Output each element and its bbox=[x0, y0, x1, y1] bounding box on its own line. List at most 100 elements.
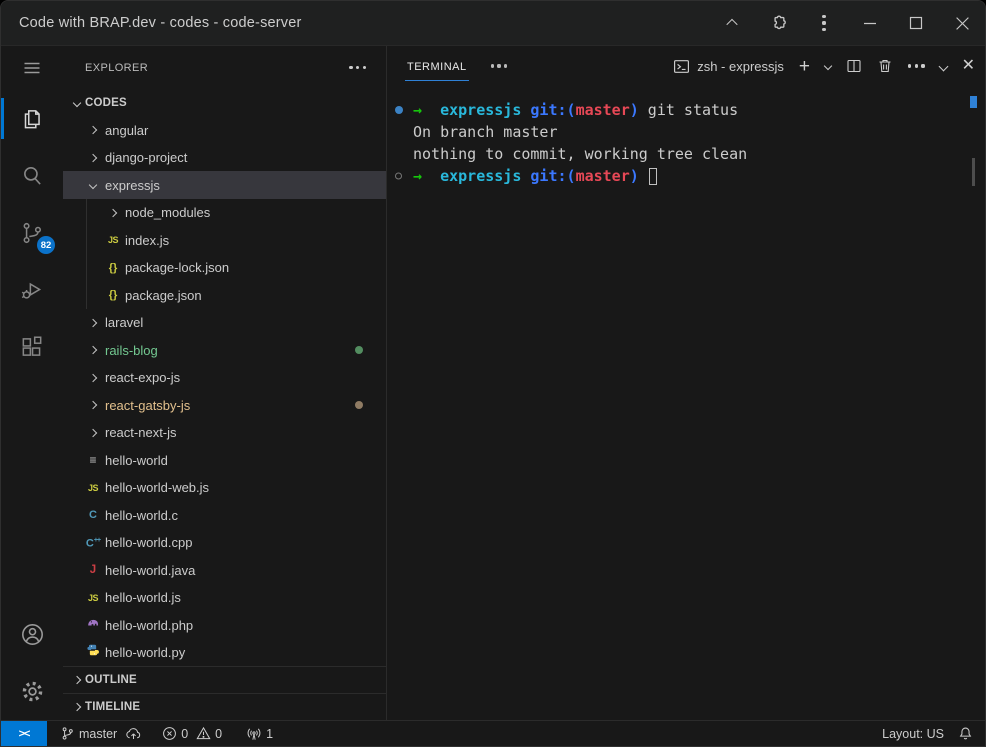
tree-item-label: hello-world bbox=[105, 453, 168, 468]
maximize-button[interactable] bbox=[893, 1, 939, 45]
section-label: CODES bbox=[85, 97, 127, 109]
terminal-instance-item[interactable]: zsh - expressjs bbox=[673, 58, 784, 75]
status-ports[interactable]: 1 bbox=[239, 721, 280, 746]
terminal-line: → expressjs git:(master) bbox=[413, 165, 955, 187]
tree-item-package.json[interactable]: {}package.json bbox=[63, 281, 386, 309]
terminal-body[interactable]: → expressjs git:(master) git status On br… bbox=[387, 86, 985, 720]
layout-label: Layout: US bbox=[882, 727, 944, 741]
status-keyboard-layout[interactable]: Layout: US bbox=[875, 727, 951, 741]
status-problems[interactable]: 0 0 bbox=[155, 721, 229, 746]
tree-item-react-next-js[interactable]: react-next-js bbox=[63, 419, 386, 447]
browser-extensions-button[interactable] bbox=[755, 1, 801, 45]
terminal-panel: TERMINAL zsh - expressjs + bbox=[386, 46, 985, 720]
source-control-badge: 82 bbox=[37, 236, 55, 254]
php-file-icon bbox=[85, 615, 101, 635]
tree-item-package-lock.json[interactable]: {}package-lock.json bbox=[63, 254, 386, 282]
terminal-token: ) bbox=[630, 167, 648, 185]
tree-item-react-expo-js[interactable]: react-expo-js bbox=[63, 364, 386, 392]
explorer-more-actions-icon[interactable] bbox=[349, 66, 366, 69]
tree-item-hello-world[interactable]: ≡ hello-world bbox=[63, 446, 386, 474]
terminal-token: git:( bbox=[530, 167, 575, 185]
bell-icon bbox=[958, 726, 973, 741]
split-terminal-button[interactable] bbox=[846, 58, 862, 74]
trash-icon bbox=[877, 58, 893, 74]
sidebar-item-source-control[interactable]: 82 bbox=[1, 204, 63, 261]
json-file-icon: {} bbox=[105, 260, 121, 276]
tree-item-index.js[interactable]: JSindex.js bbox=[63, 226, 386, 254]
remote-indicator[interactable]: >< bbox=[1, 721, 47, 746]
tree-item-expressjs[interactable]: expressjs bbox=[63, 171, 386, 199]
new-terminal-button[interactable]: + bbox=[799, 57, 810, 76]
tree-item-rails-blog[interactable]: rails-blog bbox=[63, 336, 386, 364]
git-branch-icon bbox=[60, 726, 75, 741]
tree-item-hello-world.c[interactable]: Chello-world.c bbox=[63, 501, 386, 529]
activity-bar-spacer bbox=[1, 375, 63, 606]
status-branch[interactable]: master bbox=[53, 721, 149, 746]
remote-icon: >< bbox=[19, 728, 30, 740]
sidebar-item-explorer[interactable] bbox=[1, 90, 63, 147]
sidebar-item-run-debug[interactable] bbox=[1, 261, 63, 318]
tree-item-laravel[interactable]: laravel bbox=[63, 309, 386, 337]
tab-terminal[interactable]: TERMINAL bbox=[405, 52, 469, 81]
terminal-token: ) bbox=[630, 101, 639, 119]
collapse-toolbar-button[interactable] bbox=[709, 1, 755, 45]
minimize-button[interactable] bbox=[847, 1, 893, 45]
kebab-menu-icon bbox=[822, 15, 825, 32]
maximize-icon bbox=[909, 16, 923, 30]
tree-item-hello-world.py[interactable]: hello-world.py bbox=[63, 639, 386, 667]
section-label: TIMELINE bbox=[85, 701, 140, 713]
tree-item-django-project[interactable]: django-project bbox=[63, 144, 386, 172]
terminal-line: nothing to commit, working tree clean bbox=[413, 143, 955, 165]
sidebar-item-extensions[interactable] bbox=[1, 318, 63, 375]
tree-item-angular[interactable]: angular bbox=[63, 116, 386, 144]
panel-more-tabs-icon[interactable] bbox=[491, 64, 508, 67]
launch-profile-chevron-icon[interactable] bbox=[825, 63, 831, 69]
terminal-more-actions-icon[interactable] bbox=[908, 64, 925, 67]
chevron-right-icon bbox=[85, 375, 101, 381]
notifications-button[interactable] bbox=[951, 726, 985, 741]
account-button[interactable] bbox=[1, 606, 63, 663]
warning-count: 0 bbox=[215, 727, 222, 741]
browser-menu-button[interactable] bbox=[801, 1, 847, 45]
git-decoration-dot bbox=[355, 346, 363, 354]
menu-button[interactable] bbox=[1, 46, 63, 90]
tree-item-label: react-next-js bbox=[105, 425, 177, 440]
section-header-outline[interactable]: OUTLINE bbox=[63, 666, 386, 693]
tree-item-hello-world.java[interactable]: Jhello-world.java bbox=[63, 556, 386, 584]
file-tree: angulardjango-projectexpressjsnode_modul… bbox=[63, 116, 386, 666]
git-decoration-dot bbox=[355, 401, 363, 409]
terminal-scrollbar-thumb[interactable] bbox=[972, 158, 975, 186]
command-decoration-filled[interactable] bbox=[395, 106, 403, 114]
command-decoration-hollow[interactable] bbox=[395, 173, 402, 180]
terminal-token: On branch master bbox=[413, 123, 558, 141]
minimize-icon bbox=[863, 16, 877, 30]
chevron-right-icon bbox=[85, 155, 101, 161]
close-panel-button[interactable]: ✕ bbox=[962, 58, 975, 74]
text-file-icon: ≡ bbox=[85, 452, 101, 468]
tree-item-hello-world.cpp[interactable]: C++hello-world.cpp bbox=[63, 529, 386, 557]
python-file-icon bbox=[85, 643, 101, 663]
kill-terminal-button[interactable] bbox=[877, 58, 893, 74]
sidebar-title: EXPLORER bbox=[85, 62, 148, 74]
settings-button[interactable] bbox=[1, 663, 63, 720]
tree-item-node_modules[interactable]: node_modules bbox=[63, 199, 386, 227]
section-header-codes[interactable]: CODES bbox=[63, 89, 386, 116]
overview-ruler-command-mark bbox=[970, 96, 977, 108]
hide-panel-chevron[interactable] bbox=[940, 63, 947, 70]
terminal-icon bbox=[673, 58, 690, 75]
js-file-icon: JS bbox=[85, 590, 101, 606]
terminal-instance-label: zsh - expressjs bbox=[697, 59, 784, 74]
section-header-timeline[interactable]: TIMELINE bbox=[63, 693, 386, 720]
tree-item-hello-world.php[interactable]: hello-world.php bbox=[63, 611, 386, 639]
tree-item-react-gatsby-js[interactable]: react-gatsby-js bbox=[63, 391, 386, 419]
close-window-button[interactable] bbox=[939, 1, 985, 45]
terminal-token: expressjs bbox=[422, 101, 530, 119]
activity-bar: 82 bbox=[1, 46, 63, 720]
sidebar-item-search[interactable] bbox=[1, 147, 63, 204]
tree-item-hello-world.js[interactable]: JShello-world.js bbox=[63, 584, 386, 612]
terminal-line: → expressjs git:(master) git status bbox=[413, 99, 955, 121]
terminal-token: nothing to commit, working tree clean bbox=[413, 145, 747, 163]
chevron-down-icon bbox=[69, 100, 85, 106]
tree-item-hello-world-web.js[interactable]: JShello-world-web.js bbox=[63, 474, 386, 502]
terminal-token: → bbox=[413, 167, 422, 185]
